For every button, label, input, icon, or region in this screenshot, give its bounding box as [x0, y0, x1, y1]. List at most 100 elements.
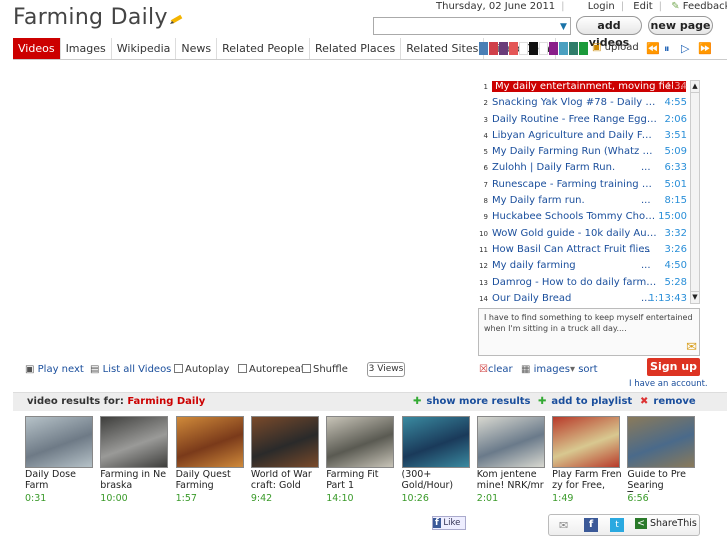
playlist-item-number: 3 [483, 115, 488, 124]
color-swatch[interactable] [549, 42, 558, 55]
playlist-item[interactable]: 2 Snacking Yak Vlog #78 - Daily Rune... 4:… [478, 96, 688, 112]
autorepeat-checkbox[interactable]: Autorepeat [238, 364, 305, 375]
playlist-item[interactable]: 1 My daily entertainment, moving fiel... 4… [478, 80, 688, 96]
tab-videos[interactable]: Videos [13, 38, 61, 59]
tab-images[interactable]: Images [61, 38, 112, 59]
color-swatch[interactable] [539, 42, 548, 55]
video-duration: 1:49 [552, 493, 574, 504]
date-label: Thursday, 02 June 2011 [436, 1, 556, 12]
result-video[interactable]: Play Farm Fren zy for Free, 1:49 [552, 416, 622, 504]
result-video[interactable]: Guide to Pre Searing Trophy6:56 [627, 416, 697, 504]
search-input[interactable] [373, 17, 571, 35]
facebook-icon: f [433, 518, 441, 528]
playlist-item[interactable]: 11 How Basil Can Attract Fruit flies... 3:… [478, 243, 688, 259]
tab-related-people[interactable]: Related People [217, 38, 310, 59]
video-thumbnail[interactable] [552, 416, 621, 468]
comment-box[interactable]: I have to find something to keep myself … [478, 308, 700, 356]
pause-icon[interactable]: ⏸ [664, 42, 670, 56]
show-more-results-button[interactable]: ✚ show more results [413, 396, 530, 407]
color-swatch[interactable] [519, 42, 528, 55]
add-to-playlist-button[interactable]: ✚ add to playlist [538, 396, 632, 407]
playlist-item-duration: 8:15 [664, 195, 687, 207]
result-video[interactable]: Daily Dose Farm 0:31 [25, 416, 95, 504]
video-duration: 6:56 [627, 493, 649, 504]
video-thumbnail[interactable] [627, 416, 696, 468]
video-thumbnail[interactable] [326, 416, 395, 468]
like-button[interactable]: f Like [432, 516, 466, 530]
tab-related-places[interactable]: Related Places [310, 38, 402, 59]
video-thumbnail[interactable] [476, 416, 545, 468]
feedback-link[interactable]: Feedback [683, 1, 727, 12]
playlist-item-number: 12 [479, 262, 488, 271]
playlist-item[interactable]: 3 Daily Routine - Free Range Egg Far... 2:… [478, 113, 688, 129]
result-video[interactable]: Farming Fit Part 1 14:10 [326, 416, 396, 504]
share-bar: ✉ f t < ShareThis [548, 514, 700, 536]
twitter-icon[interactable]: t [610, 518, 624, 532]
new-page-button[interactable]: new page [648, 16, 713, 35]
account-link[interactable]: I have an account. [629, 379, 708, 389]
color-swatch[interactable] [529, 42, 538, 55]
result-video[interactable]: Daily Quest Farming 1:57 [175, 416, 246, 504]
video-thumbnail[interactable] [401, 416, 470, 468]
images-button[interactable]: ▦ images [521, 364, 570, 375]
color-swatch[interactable] [559, 42, 568, 55]
result-video[interactable]: World of War craft: Gold 9:42 [250, 416, 321, 504]
signup-button[interactable]: Sign up [647, 358, 700, 376]
playlist-scrollbar[interactable]: ▲ ▼ [690, 80, 700, 304]
color-swatch[interactable] [509, 42, 518, 55]
video-thumbnail[interactable] [250, 416, 319, 468]
play-next-button[interactable]: ▣ Play next [25, 364, 84, 375]
color-swatch[interactable] [489, 42, 498, 55]
playlist-item-number: 11 [479, 245, 488, 254]
login-link[interactable]: Login [588, 1, 615, 12]
video-thumbnail[interactable] [175, 416, 244, 468]
video-title: World of War craft: Gold [250, 470, 312, 491]
playlist-item[interactable]: 9 Huckabee Schools Tommy Chong c...15:00 [478, 210, 688, 226]
scroll-down-icon[interactable]: ▼ [691, 291, 699, 303]
feedback-icon: ✎ [671, 1, 680, 12]
playlist-item[interactable]: 8 My Daily farm run.... 8:15 [478, 194, 688, 210]
playlist-item-number: 9 [483, 213, 488, 222]
autoplay-checkbox[interactable]: Autoplay [174, 364, 229, 375]
list-all-button[interactable]: ▤ List all Videos [90, 364, 171, 375]
remove-button[interactable]: ✖ remove [640, 396, 696, 407]
result-video[interactable]: Farming in Ne braska 10:00 [100, 416, 170, 504]
email-icon[interactable]: ✉ [559, 519, 568, 532]
upload-button[interactable]: ▣ upload [592, 42, 639, 53]
video-thumbnail[interactable] [100, 416, 169, 468]
edit-link[interactable]: Edit [633, 1, 652, 12]
play-icon[interactable]: ▷ [681, 42, 689, 55]
color-swatch[interactable] [569, 42, 578, 55]
tab-wikipedia[interactable]: Wikipedia [112, 38, 177, 59]
color-swatch[interactable] [479, 42, 488, 55]
app-title: Farming Daily [13, 5, 184, 30]
search-dropdown-icon[interactable]: ▼ [560, 22, 567, 32]
color-swatch[interactable] [499, 42, 508, 55]
playlist-item[interactable]: 6 Zulohh | Daily Farm Run.... 6:33 [478, 161, 688, 177]
tab-related-sites[interactable]: Related Sites [401, 38, 485, 59]
tab-news[interactable]: News [176, 38, 218, 59]
scroll-up-icon[interactable]: ▲ [691, 81, 699, 93]
facebook-share-icon[interactable]: f [584, 518, 598, 532]
playlist-item-number: 4 [483, 131, 488, 140]
result-video[interactable]: Kom jentene mine! NRK/mr 2:01 [476, 416, 547, 504]
video-thumbnail[interactable] [25, 416, 93, 468]
shuffle-checkbox[interactable]: Shuffle [302, 364, 348, 375]
rewind-icon[interactable]: ⏪ [646, 42, 660, 55]
clear-button[interactable]: ☒clear [479, 364, 513, 375]
envelope-icon[interactable]: ✉ [686, 341, 697, 354]
color-swatch[interactable] [579, 42, 588, 55]
playlist-item-title: Libyan Agriculture and Daily Farmir... [492, 129, 657, 141]
result-video[interactable]: (300+ Gold/Hour) 10:26 [401, 416, 472, 504]
sharethis-button[interactable]: < ShareThis [635, 518, 697, 529]
playlist-item[interactable]: 12 My daily farming... 4:50 [478, 259, 688, 275]
playlist-item[interactable]: 10 WoW Gold guide - 10k daily Auctior... 3… [478, 227, 688, 243]
add-videos-button[interactable]: add videos [576, 16, 642, 49]
playlist-item[interactable]: 13 Damrog - How to do daily farming r... 5… [478, 276, 688, 292]
playlist-item[interactable]: 5 My Daily Farming Run (Whatz Skills)... 5… [478, 145, 688, 161]
sort-button[interactable]: ▾ sort [570, 364, 598, 375]
playlist-item[interactable]: 14 Our Daily Bread... 1:13:43 [478, 292, 688, 308]
fast-forward-icon[interactable]: ⏩ [698, 42, 712, 55]
playlist-item[interactable]: 7 Runescape - Farming training guid... 5:0… [478, 178, 688, 194]
playlist-item[interactable]: 4 Libyan Agriculture and Daily Farmir... 3… [478, 129, 688, 145]
